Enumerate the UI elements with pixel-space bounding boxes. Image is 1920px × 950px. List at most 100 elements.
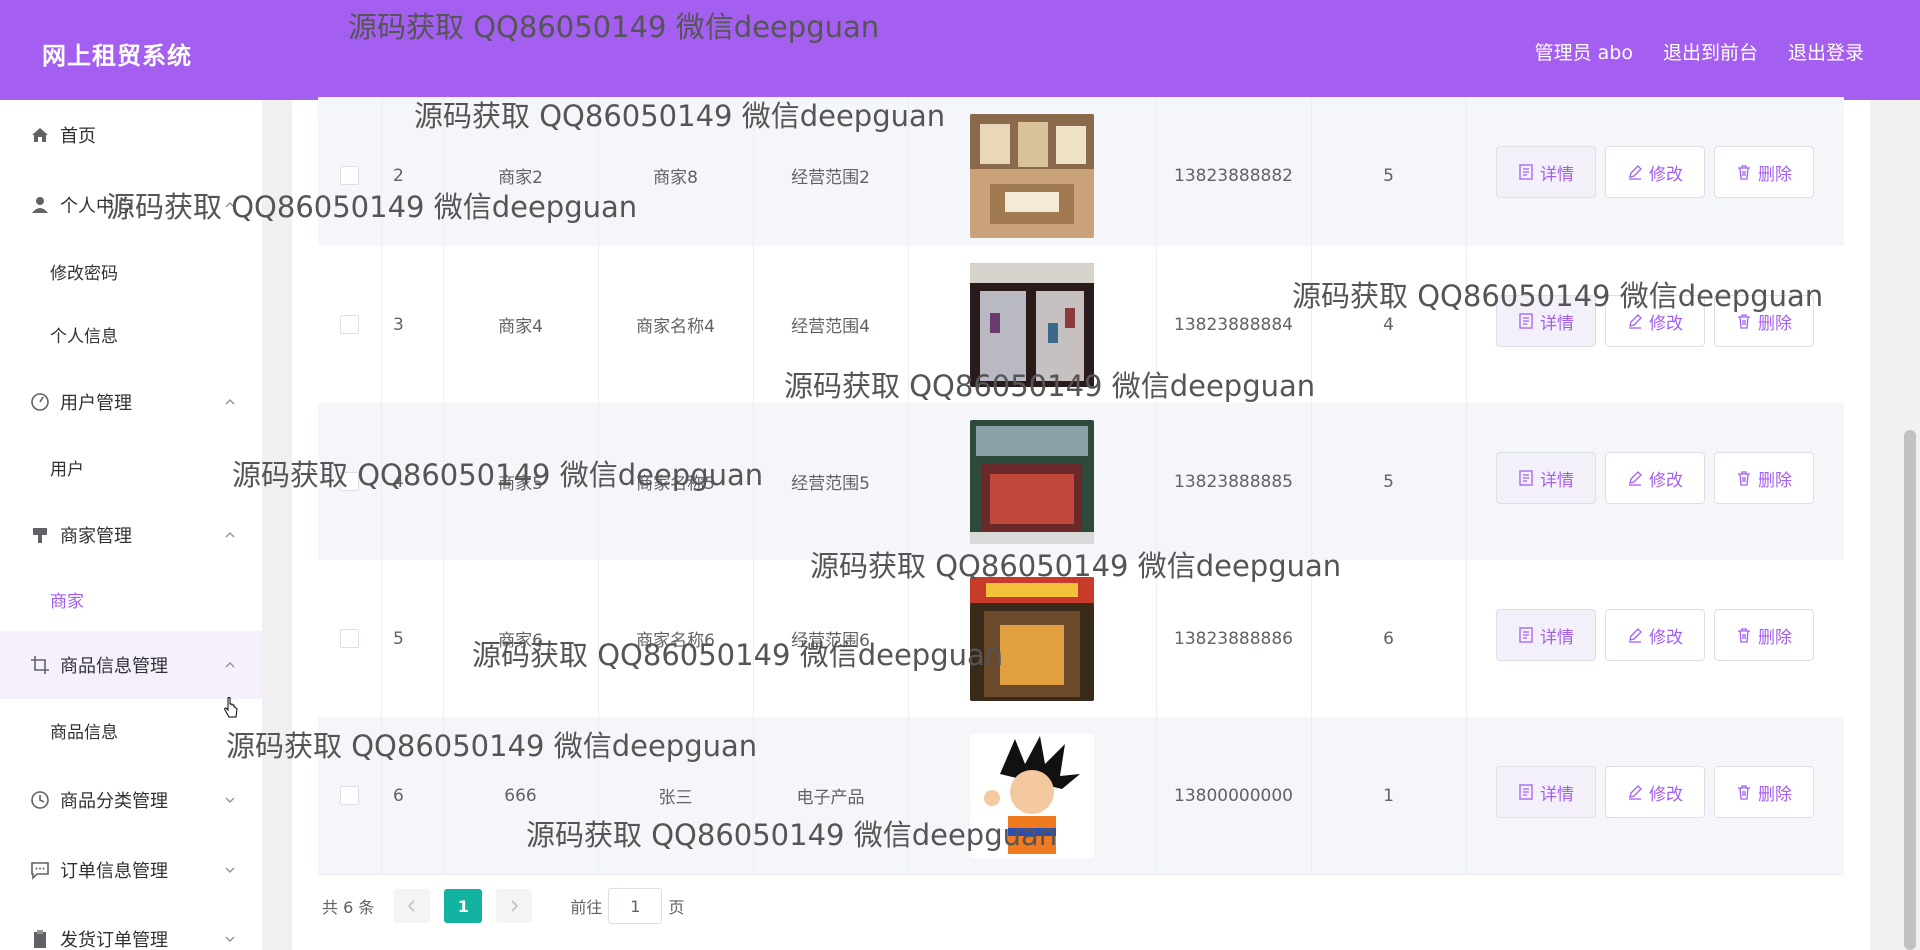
page-number-current[interactable]: 1 <box>444 889 483 923</box>
level-text: 5 <box>1383 165 1394 186</box>
merchant-image-cell <box>908 403 1157 560</box>
scrollbar-thumb[interactable] <box>1904 430 1916 950</box>
detail-button[interactable]: 详情 <box>1496 766 1596 818</box>
select-cell <box>318 560 382 717</box>
sidebar-item-personal-info[interactable]: 个人信息 <box>0 304 262 364</box>
trash-icon <box>1738 785 1750 800</box>
pagination-total: 共 6 条 <box>322 898 375 917</box>
detail-button[interactable]: 详情 <box>1496 609 1596 661</box>
sidebar-item-label: 订单信息管理 <box>60 861 168 882</box>
sidebar-item-home[interactable]: 首页 <box>0 101 262 169</box>
scope-text: 经营范围6 <box>791 631 870 651</box>
next-page-button[interactable] <box>496 889 533 923</box>
cell-level: 1 <box>1311 717 1467 874</box>
detail-button-label: 详情 <box>1540 164 1574 185</box>
sidebar-item-label: 个人信息 <box>50 326 118 347</box>
logout-link[interactable]: 退出登录 <box>1788 38 1864 65</box>
actions-cell: 详情 修改 删除 <box>1466 717 1844 874</box>
phone-text: 13823888884 <box>1174 314 1293 335</box>
detail-button-label: 详情 <box>1540 313 1574 334</box>
vertical-scrollbar[interactable] <box>1900 100 1920 950</box>
sidebar-item-label: 商品信息管理 <box>60 656 168 677</box>
select-cell <box>318 717 382 874</box>
select-cell <box>318 246 382 403</box>
name-text: 商家名称5 <box>636 474 715 494</box>
name-text: 商家8 <box>653 168 698 188</box>
edit-button-label: 修改 <box>1649 470 1683 491</box>
chevron-left-icon <box>408 900 415 912</box>
row-checkbox[interactable] <box>340 786 359 805</box>
trash-icon <box>1738 165 1750 180</box>
delete-button[interactable]: 删除 <box>1714 766 1814 818</box>
cell-scope: 经营范围6 <box>753 560 909 717</box>
delete-button[interactable]: 删除 <box>1714 452 1814 504</box>
edit-button-label: 修改 <box>1649 627 1683 648</box>
sidebar-item-user-management[interactable]: 用户管理 <box>0 368 262 436</box>
sidebar-item-label: 商家 <box>50 591 84 612</box>
home-icon <box>32 128 48 142</box>
sidebar-item-change-password[interactable]: 修改密码 <box>0 241 262 301</box>
shop-entrance-icon <box>970 576 1094 701</box>
edit-button[interactable]: 修改 <box>1605 609 1705 661</box>
storefront-icon <box>970 262 1094 387</box>
sidebar-item-merchants[interactable]: 商家 <box>0 569 262 629</box>
delete-button-label: 删除 <box>1758 313 1792 334</box>
cell-level: 4 <box>1311 246 1467 403</box>
sidebar-item-users[interactable]: 用户 <box>0 437 262 497</box>
sidebar-item-order-management[interactable]: 订单信息管理 <box>0 836 262 904</box>
header-actions: 管理员 abo 退出到前台 退出登录 <box>1535 38 1864 65</box>
cell-account: 商家6 <box>443 560 599 717</box>
cell-name: 商家名称4 <box>598 246 754 403</box>
delete-button-label: 删除 <box>1758 627 1792 648</box>
sidebar-item-label: 用户 <box>50 459 84 480</box>
level-text: 1 <box>1383 785 1394 806</box>
trash-icon <box>1738 628 1750 643</box>
level-text: 4 <box>1383 314 1394 335</box>
chevron-down-icon <box>225 936 235 942</box>
cell-name: 商家8 <box>598 97 754 254</box>
chevron-up-icon <box>225 202 235 208</box>
cell-account: 商家4 <box>443 246 599 403</box>
delete-button[interactable]: 删除 <box>1714 146 1814 198</box>
name-text: 商家名称6 <box>636 631 715 651</box>
goto-prefix: 前往 <box>570 898 603 917</box>
edit-button[interactable]: 修改 <box>1605 766 1705 818</box>
delete-button[interactable]: 删除 <box>1714 609 1814 661</box>
cell-level: 6 <box>1311 560 1467 717</box>
cell-scope: 电子产品 <box>753 717 909 874</box>
row-checkbox[interactable] <box>340 166 359 185</box>
sidebar-item-category-management[interactable]: 商品分类管理 <box>0 766 262 834</box>
edit-button[interactable]: 修改 <box>1605 146 1705 198</box>
goto-page-input[interactable]: 1 <box>608 888 663 924</box>
detail-button[interactable]: 详情 <box>1496 146 1596 198</box>
cell-index: 3 <box>381 246 444 403</box>
sidebar-item-personal-center[interactable]: 个人中心 <box>0 171 262 239</box>
delete-button[interactable]: 删除 <box>1714 295 1814 347</box>
cell-level: 5 <box>1311 97 1467 254</box>
level-text: 5 <box>1383 471 1394 492</box>
prev-page-button[interactable] <box>394 889 431 923</box>
cell-level: 5 <box>1311 403 1467 560</box>
index-text: 2 <box>393 165 404 186</box>
edit-button[interactable]: 修改 <box>1605 295 1705 347</box>
row-checkbox[interactable] <box>340 629 359 648</box>
exit-to-front-link[interactable]: 退出到前台 <box>1663 38 1758 65</box>
row-checkbox[interactable] <box>340 315 359 334</box>
sidebar-item-shipping-management[interactable]: 发货订单管理 <box>0 905 262 950</box>
index-text: 5 <box>393 628 404 649</box>
detail-button[interactable]: 详情 <box>1496 452 1596 504</box>
sidebar-item-label: 用户管理 <box>60 393 132 414</box>
cell-scope: 经营范围2 <box>753 97 909 254</box>
sidebar-item-merchant-management[interactable]: 商家管理 <box>0 501 262 569</box>
crop-icon <box>31 656 49 674</box>
edit-button[interactable]: 修改 <box>1605 452 1705 504</box>
sidebar-item-label: 发货订单管理 <box>60 930 168 950</box>
table-row: 2 商家2 商家8 经营范围2 13823888882 5 详情 修改 删除 <box>318 97 1844 255</box>
merchant-image-cell <box>908 97 1157 254</box>
row-checkbox[interactable] <box>340 472 359 491</box>
detail-button[interactable]: 详情 <box>1496 295 1596 347</box>
sidebar-item-product-management[interactable]: 商品信息管理 <box>0 631 262 699</box>
scope-text: 经营范围5 <box>791 474 870 494</box>
merchant-image-cell <box>908 246 1157 403</box>
actions-cell: 详情 修改 删除 <box>1466 560 1844 717</box>
